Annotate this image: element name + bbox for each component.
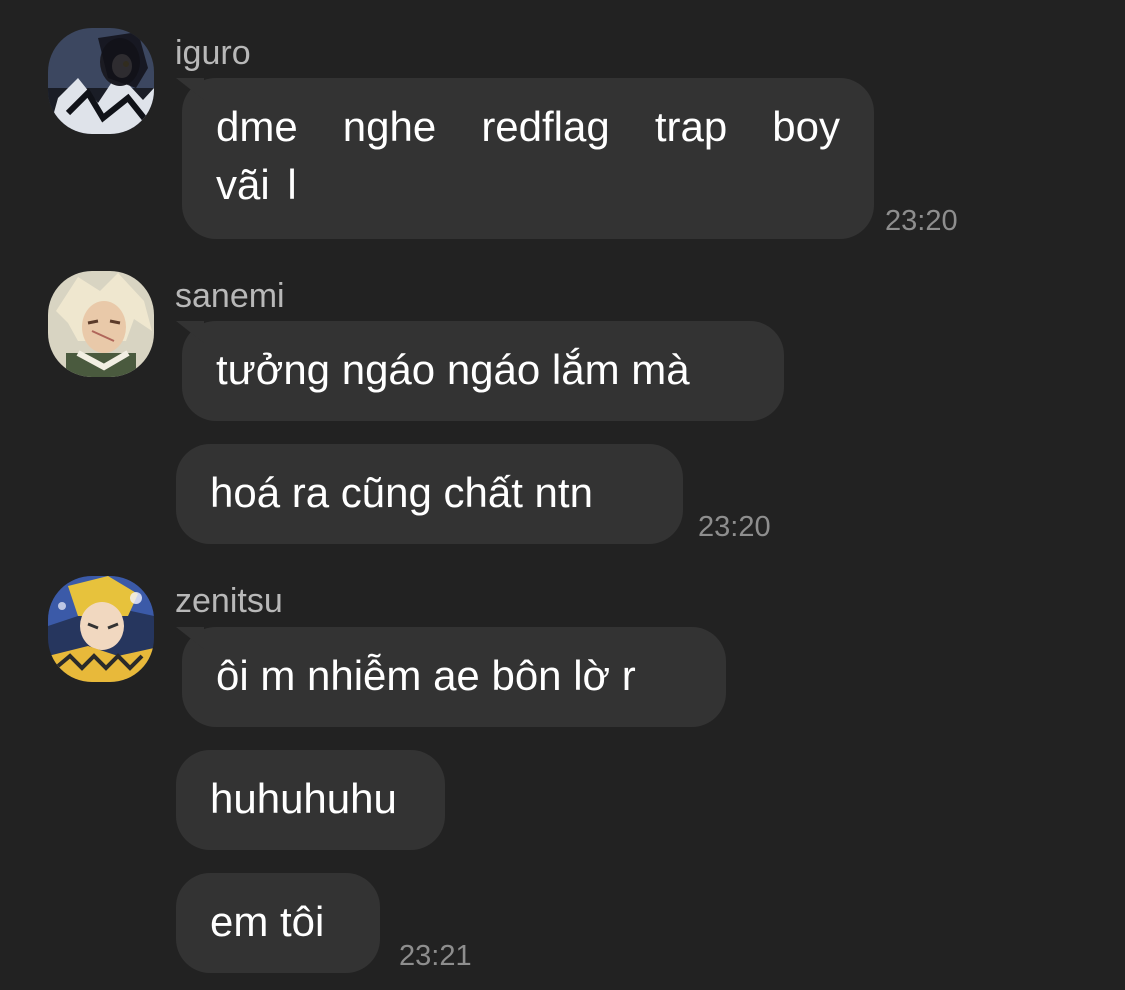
sender-name: iguro bbox=[175, 34, 251, 72]
message-bubble[interactable]: em tôi bbox=[176, 873, 380, 973]
message-bubble[interactable]: dme nghe redflag trap boy vãi l bbox=[182, 78, 874, 239]
chat-view: iguro dme nghe redflag trap boy vãi l 23… bbox=[0, 0, 1125, 990]
avatar-image bbox=[48, 576, 154, 682]
avatar-zenitsu[interactable] bbox=[48, 576, 154, 682]
avatar-iguro[interactable] bbox=[48, 28, 154, 134]
message-timestamp: 23:20 bbox=[698, 511, 771, 543]
message-bubble[interactable]: ôi m nhiễm ae bôn lờ r bbox=[182, 627, 726, 727]
message-bubble[interactable]: huhuhuhu bbox=[176, 750, 445, 850]
message-bubble[interactable]: tưởng ngáo ngáo lắm mà bbox=[182, 321, 784, 421]
sender-name: zenitsu bbox=[175, 582, 283, 620]
avatar-image bbox=[48, 271, 154, 377]
message-timestamp: 23:21 bbox=[399, 940, 472, 972]
avatar-sanemi[interactable] bbox=[48, 271, 154, 377]
message-timestamp: 23:20 bbox=[885, 205, 958, 237]
message-bubble[interactable]: hoá ra cũng chất ntn bbox=[176, 444, 683, 544]
sender-name: sanemi bbox=[175, 277, 285, 315]
avatar-image bbox=[48, 28, 154, 134]
